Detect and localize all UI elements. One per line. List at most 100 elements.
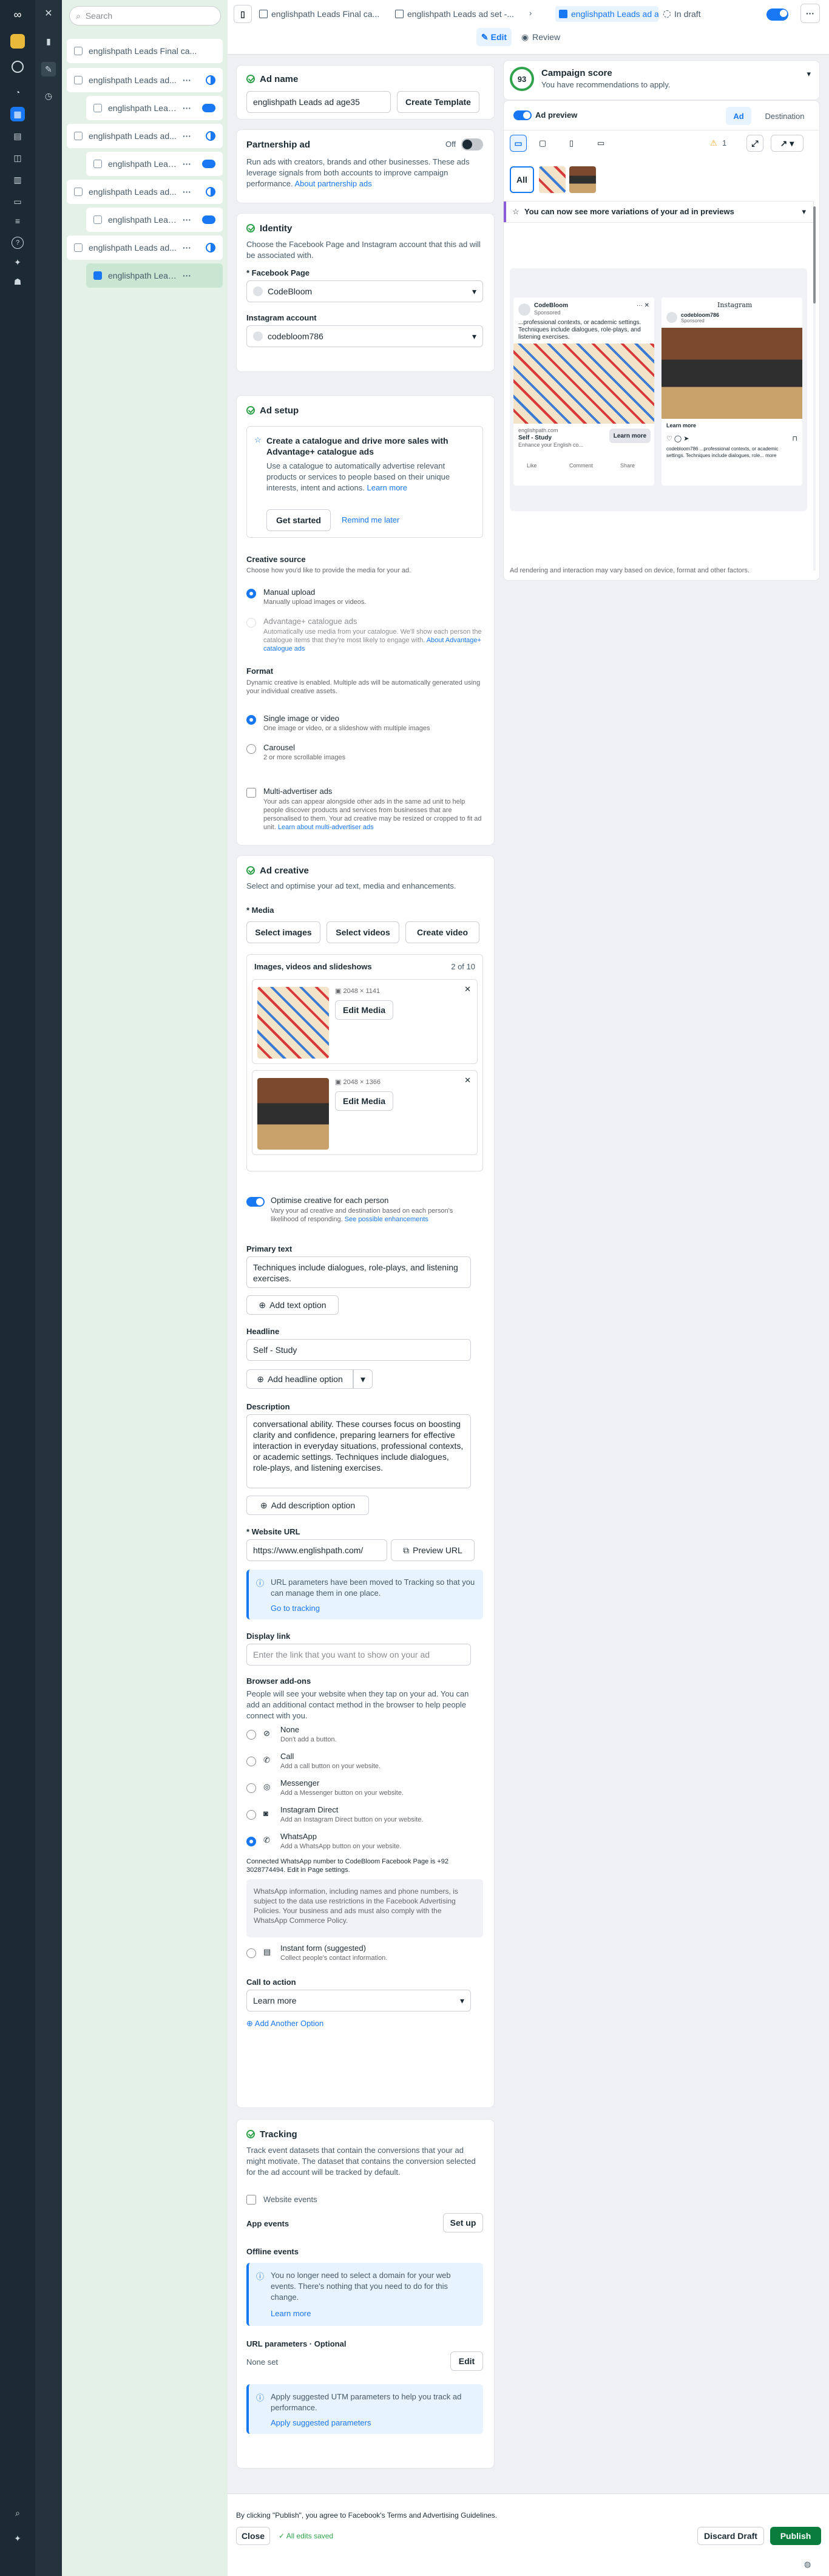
description-input[interactable]: conversational ability. These courses fo…: [246, 1414, 471, 1488]
sidebar-toggle-icon[interactable]: ▯: [234, 5, 252, 23]
get-started-button[interactable]: Get started: [266, 509, 331, 531]
discard-draft-button[interactable]: Discard Draft: [697, 2527, 764, 2545]
tree-item-ad[interactable]: englishpath Leads ad...···: [86, 152, 223, 176]
checkbox[interactable]: [74, 243, 83, 252]
remove-icon[interactable]: ✕: [464, 985, 471, 994]
bug-icon[interactable]: ☗: [10, 274, 25, 289]
menu-icon[interactable]: ≡: [10, 214, 25, 228]
checkbox[interactable]: [74, 76, 83, 84]
instagram-select[interactable]: codebloom786 ▾: [246, 325, 483, 347]
addon-instant-form-radio[interactable]: [246, 1948, 256, 1958]
ig-actions-icon[interactable]: ♡ ◯ ➤: [666, 435, 689, 442]
toggle[interactable]: [202, 160, 215, 168]
breadcrumb-ad[interactable]: englishpath Leads ad age35: [555, 6, 658, 22]
reports-icon[interactable]: ▥: [10, 172, 25, 187]
more-icon[interactable]: ···: [183, 243, 191, 253]
toggle[interactable]: [202, 215, 215, 224]
publish-button[interactable]: Publish: [770, 2527, 821, 2545]
campaigns-icon[interactable]: ▦: [10, 107, 25, 121]
breadcrumb-campaign[interactable]: englishpath Leads Final ca...: [259, 6, 390, 22]
story-placement-icon[interactable]: ▯: [569, 138, 574, 148]
addon-instagram-radio[interactable]: [246, 1810, 256, 1820]
website-events-checkbox[interactable]: [246, 2195, 256, 2205]
single-image-radio[interactable]: [246, 715, 256, 725]
account-overview-icon[interactable]: [12, 61, 24, 73]
ig-cta[interactable]: Learn more: [666, 422, 696, 429]
all-variations-button[interactable]: All: [510, 166, 534, 193]
tree-item-adset[interactable]: englishpath Leads ad... ···: [67, 180, 223, 204]
bell-icon[interactable]: ◔: [10, 85, 25, 100]
setup-button[interactable]: Set up: [443, 2213, 483, 2232]
banner-placement-icon[interactable]: ▭: [597, 138, 604, 148]
edit-media-button[interactable]: Edit Media: [335, 1091, 393, 1111]
preview-toggle[interactable]: [513, 110, 532, 120]
pencil-icon[interactable]: ✎: [41, 62, 56, 76]
audiences-icon[interactable]: ◫: [10, 151, 25, 165]
checkbox[interactable]: [93, 104, 102, 112]
tree-item-campaign[interactable]: englishpath Leads Final ca...: [67, 39, 223, 63]
go-to-tracking-link[interactable]: Go to tracking: [271, 1604, 320, 1613]
close-icon[interactable]: ✕: [41, 6, 56, 21]
tree-item-ad-selected[interactable]: englishpath Leads ad...···: [86, 263, 223, 288]
cta-select[interactable]: Learn more ▾: [246, 1990, 471, 2012]
edit-media-button[interactable]: Edit Media: [335, 1000, 393, 1020]
bookmark-icon[interactable]: ⊓: [792, 435, 797, 442]
checkbox[interactable]: [74, 47, 83, 55]
addon-call-radio[interactable]: [246, 1757, 256, 1766]
checkbox[interactable]: [74, 188, 83, 196]
display-link-input[interactable]: Enter the link that you want to show on …: [246, 1644, 471, 1666]
tab-destination[interactable]: Destination: [757, 107, 812, 125]
apply-parameters-link[interactable]: Apply suggested parameters: [271, 2418, 371, 2427]
variations-banner[interactable]: ☆ You can now see more variations of you…: [504, 202, 813, 222]
search-icon[interactable]: ⌕: [10, 2506, 25, 2520]
pages-icon[interactable]: ▤: [10, 129, 25, 143]
settings-icon[interactable]: ✦: [10, 2531, 25, 2546]
tree-item-adset[interactable]: englishpath Leads ad... ···: [67, 236, 223, 260]
chevron-down-icon[interactable]: ▾: [353, 1369, 373, 1389]
chevron-down-icon[interactable]: ▾: [807, 69, 811, 79]
optimise-toggle[interactable]: [246, 1197, 265, 1207]
more-icon[interactable]: ···: [183, 271, 191, 280]
partnership-link[interactable]: About partnership ads: [295, 179, 372, 188]
add-description-option-button[interactable]: ⊕ Add description option: [246, 1496, 369, 1515]
multi-advertiser-link[interactable]: Learn about multi-advertiser ads: [278, 824, 374, 831]
promo-learn-more[interactable]: Learn more: [367, 483, 407, 492]
edit-tab[interactable]: ✎ Edit: [476, 28, 512, 46]
variation-thumbnail[interactable]: [539, 166, 566, 193]
ad-name-input[interactable]: englishpath Leads ad age35: [246, 91, 391, 113]
more-options-button[interactable]: ···: [800, 4, 820, 23]
square-placement-icon[interactable]: ▢: [539, 138, 546, 148]
help-icon[interactable]: ?: [12, 237, 24, 249]
carousel-radio[interactable]: [246, 744, 256, 754]
add-headline-option-button[interactable]: ⊕ Add headline option: [246, 1369, 353, 1389]
multi-advertiser-checkbox[interactable]: [246, 788, 256, 798]
addon-none-radio[interactable]: [246, 1730, 256, 1740]
search-input[interactable]: ⌕ Search: [69, 6, 221, 25]
close-icon[interactable]: ··· ✕: [637, 302, 649, 309]
like-button[interactable]: Like: [527, 463, 537, 469]
preview-url-button[interactable]: ⧉ Preview URL: [391, 1539, 475, 1561]
more-icon[interactable]: ···: [183, 187, 191, 197]
gear-icon[interactable]: ✦: [10, 255, 25, 269]
billing-icon[interactable]: ▭: [10, 194, 25, 209]
more-icon[interactable]: ···: [183, 159, 191, 169]
chart-icon[interactable]: ▮: [41, 34, 56, 49]
tab-ad[interactable]: Ad: [726, 107, 751, 125]
create-video-button[interactable]: Create video: [405, 921, 479, 943]
optimise-link[interactable]: See possible enhancements: [345, 1216, 428, 1223]
addon-whatsapp-radio[interactable]: [246, 1837, 256, 1846]
partnership-toggle[interactable]: [461, 138, 483, 151]
select-videos-button[interactable]: Select videos: [327, 921, 399, 943]
campaign-score-card[interactable]: 93 Campaign score You have recommendatio…: [504, 61, 819, 100]
chat-icon[interactable]: ◍: [804, 2560, 811, 2569]
learn-more-link[interactable]: Learn more: [271, 2309, 311, 2318]
more-icon[interactable]: ···: [183, 75, 191, 85]
facebook-page-select[interactable]: CodeBloom ▾: [246, 280, 483, 302]
review-tab[interactable]: ◉ Review: [516, 28, 565, 46]
more-icon[interactable]: ···: [183, 131, 191, 141]
create-template-button[interactable]: Create Template: [397, 91, 479, 113]
variation-thumbnail[interactable]: [569, 166, 596, 193]
feeds-placement-icon[interactable]: ▭: [510, 135, 527, 152]
checkbox[interactable]: [74, 132, 83, 140]
share-button[interactable]: Share: [620, 463, 635, 469]
